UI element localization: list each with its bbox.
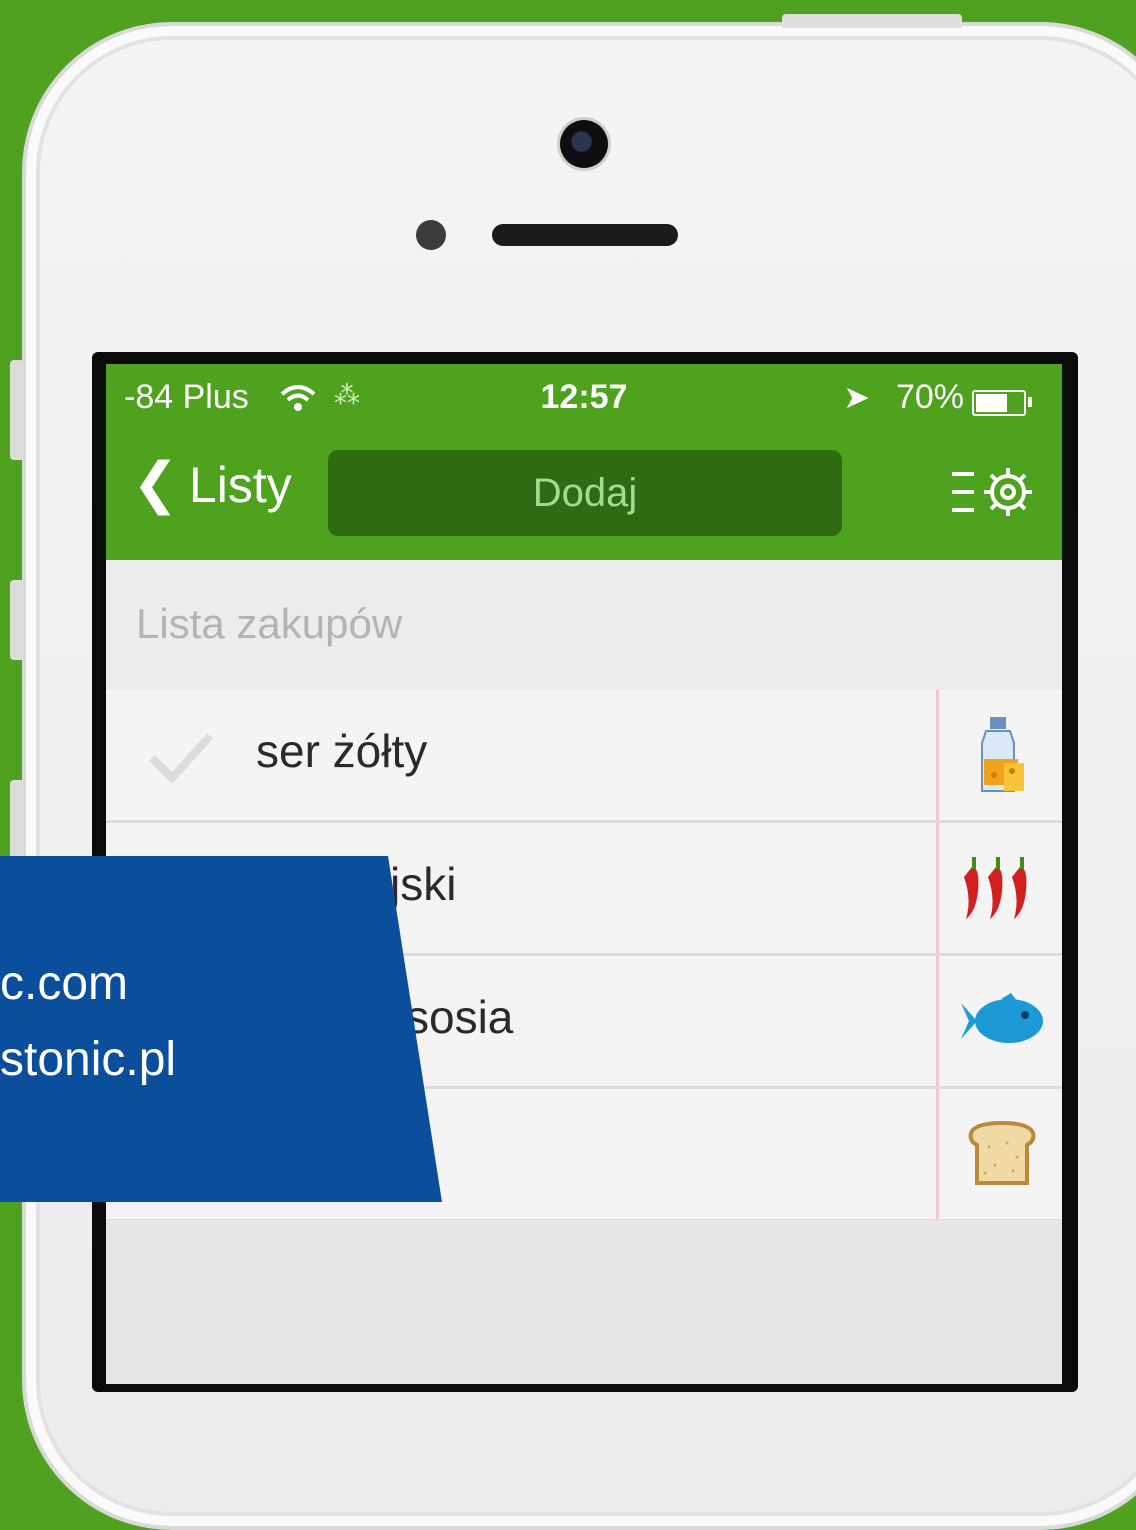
milk-cheese-icon bbox=[981, 717, 1024, 792]
earpiece-speaker bbox=[492, 224, 678, 246]
back-label: Listy bbox=[188, 457, 292, 513]
banner-line-2: stonic.pl bbox=[0, 1033, 177, 1086]
checkmark-icon[interactable] bbox=[146, 726, 216, 786]
item-label: jski bbox=[390, 858, 457, 910]
volume-button bbox=[10, 780, 24, 860]
volume-button bbox=[10, 360, 24, 460]
power-button bbox=[782, 14, 962, 28]
navigation-bar: ❮ Listy Dodaj bbox=[106, 448, 1062, 538]
fish-icon bbox=[961, 993, 1043, 1043]
chili-pepper-icon bbox=[964, 857, 1027, 919]
row-divider bbox=[936, 956, 939, 1086]
battery-tip bbox=[1028, 397, 1032, 407]
add-button[interactable]: Dodaj bbox=[328, 450, 842, 536]
item-label: sosia bbox=[406, 991, 514, 1043]
battery-icon bbox=[972, 390, 1026, 416]
row-divider bbox=[936, 823, 939, 953]
row-divider bbox=[936, 690, 939, 820]
proximity-sensor bbox=[416, 220, 446, 250]
category-cell bbox=[942, 823, 1062, 953]
category-cell bbox=[942, 956, 1062, 1086]
chevron-left-icon: ❮ bbox=[132, 451, 179, 514]
front-camera bbox=[560, 120, 608, 168]
category-cell bbox=[942, 1089, 1062, 1219]
overlay-banner: c.com stonic.pl bbox=[0, 856, 442, 1202]
list-item[interactable]: ser żółty bbox=[106, 690, 1062, 823]
battery-percent: 70% bbox=[895, 378, 964, 416]
bread-icon bbox=[968, 1121, 1036, 1185]
item-label: ser żółty bbox=[256, 725, 428, 777]
banner-line-1: c.com bbox=[0, 957, 129, 1010]
add-button-label: Dodaj bbox=[532, 470, 638, 515]
status-bar: -84 Plus ⁂ 12:57 ➤ 70% bbox=[106, 378, 1062, 422]
empty-area bbox=[106, 1220, 1062, 1384]
row-divider bbox=[936, 1089, 939, 1219]
category-cell bbox=[942, 690, 1062, 820]
location-icon: ➤ bbox=[843, 379, 870, 415]
back-button[interactable]: ❮ Listy bbox=[132, 451, 292, 514]
volume-button bbox=[10, 580, 24, 660]
list-title: Lista zakupów bbox=[136, 600, 403, 647]
list-settings-icon[interactable] bbox=[948, 458, 1044, 528]
